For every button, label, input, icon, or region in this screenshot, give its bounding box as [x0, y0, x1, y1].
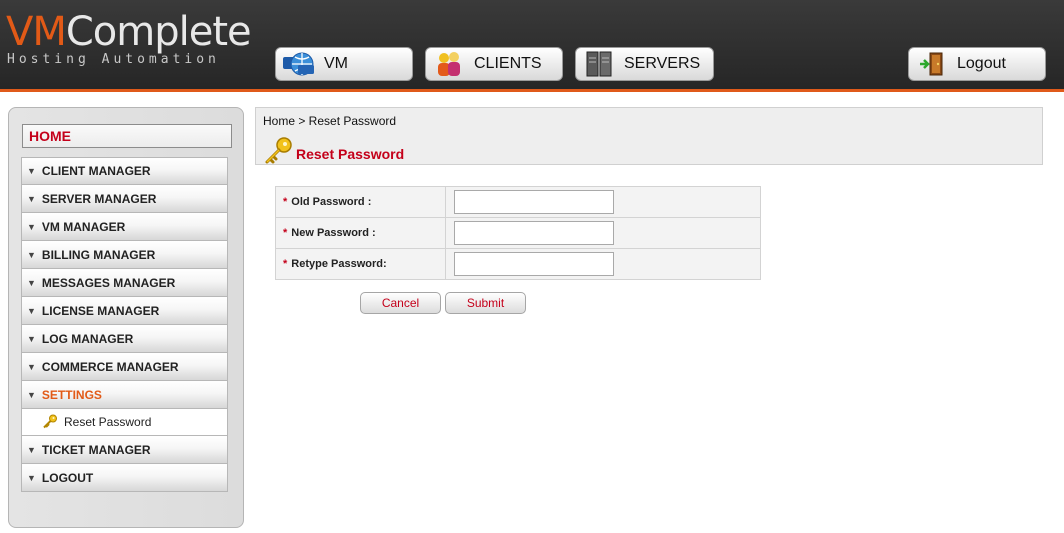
form-row-old-password: * Old Password : [275, 186, 761, 218]
old-password-label-text: Old Password : [291, 196, 372, 208]
sidebar-item-label: LOG MANAGER [41, 331, 134, 346]
app-header: VMComplete Hosting Automation VM CLIENTS [0, 0, 1064, 92]
sidebar-menu: ▼ CLIENT MANAGER ▼ SERVER MANAGER ▼ VM MANA… [21, 157, 228, 492]
key-icon [42, 414, 58, 430]
sidebar: HOME ▼ CLIENT MANAGER ▼ SERVER MANAGER ▼ VM… [8, 107, 244, 528]
sidebar-item-label: SERVER MANAGER [41, 191, 157, 206]
new-password-label-text: New Password : [291, 227, 376, 239]
triangle-down-icon: ▼ [27, 221, 36, 232]
logo-complete: Complete [65, 9, 252, 55]
new-password-input[interactable] [454, 221, 614, 245]
key-icon [264, 136, 294, 171]
sidebar-item-billing-manager[interactable]: ▼ BILLING MANAGER [21, 241, 228, 269]
sidebar-item-settings[interactable]: ▼ SETTINGS [21, 381, 228, 409]
logout-button[interactable]: Logout [908, 47, 1046, 81]
sidebar-item-label: SETTINGS [41, 387, 102, 402]
sidebar-item-log-manager[interactable]: ▼ LOG MANAGER [21, 325, 228, 353]
logo-vm: VM [6, 9, 67, 55]
sidebar-subitem-reset-password[interactable]: Reset Password [21, 409, 228, 436]
sidebar-item-label: VM MANAGER [41, 219, 126, 234]
sidebar-item-label: CLIENT MANAGER [41, 164, 151, 178]
triangle-down-icon: ▼ [27, 305, 36, 316]
form-row-new-password: * New Password : [275, 217, 761, 249]
form-row-retype-password: * Retype Password: [275, 248, 761, 280]
triangle-down-icon: ▼ [27, 472, 36, 483]
old-password-input[interactable] [454, 190, 614, 214]
nav-clients-button[interactable]: CLIENTS [425, 47, 563, 81]
door-exit-icon [915, 50, 949, 78]
sidebar-item-logout[interactable]: ▼ LOGOUT [21, 464, 228, 492]
triangle-down-icon: ▼ [27, 361, 36, 372]
sidebar-item-label: LICENSE MANAGER [41, 303, 160, 318]
required-marker: * [283, 196, 288, 208]
nav-servers-button[interactable]: SERVERS [575, 47, 714, 81]
reset-password-form: * Old Password : * New Password : * Retype … [275, 186, 761, 280]
triangle-down-icon: ▼ [27, 193, 36, 204]
submit-button[interactable]: Submit [445, 292, 526, 314]
triangle-down-icon: ▼ [27, 333, 36, 344]
globe-network-icon [282, 50, 316, 78]
sidebar-item-label: TICKET MANAGER [41, 442, 151, 457]
logout-label: Logout [957, 55, 1006, 72]
logo-tagline: Hosting Automation [7, 52, 220, 67]
sidebar-item-messages-manager[interactable]: ▼ MESSAGES MANAGER [21, 269, 228, 297]
retype-password-label: * Retype Password: [275, 248, 446, 280]
nav-vm-label: VM [324, 55, 348, 72]
nav-vm-button[interactable]: VM [275, 47, 413, 81]
title-panel: Home > Reset Password Reset Password [255, 107, 1043, 165]
page-title-text: Reset Password [296, 145, 405, 162]
retype-password-label-text: Retype Password: [291, 258, 387, 270]
new-password-label: * New Password : [275, 217, 446, 249]
new-password-cell [445, 217, 761, 249]
sidebar-item-label: MESSAGES MANAGER [41, 275, 176, 290]
users-icon [432, 50, 466, 78]
nav-clients-label: CLIENTS [474, 55, 542, 72]
triangle-down-icon: ▼ [27, 166, 36, 176]
sidebar-item-server-manager[interactable]: ▼ SERVER MANAGER [21, 185, 228, 213]
sidebar-item-commerce-manager[interactable]: ▼ COMMERCE MANAGER [21, 353, 228, 381]
triangle-down-icon: ▼ [27, 389, 36, 400]
triangle-down-icon: ▼ [27, 444, 36, 455]
sidebar-item-ticket-manager[interactable]: ▼ TICKET MANAGER [21, 436, 228, 464]
retype-password-cell [445, 248, 761, 280]
sidebar-item-label: COMMERCE MANAGER [41, 359, 179, 374]
old-password-cell [445, 186, 761, 218]
triangle-down-icon: ▼ [27, 277, 36, 288]
sidebar-item-vm-manager[interactable]: ▼ VM MANAGER [21, 213, 228, 241]
retype-password-input[interactable] [454, 252, 614, 276]
page-title: Reset Password [264, 136, 404, 171]
breadcrumb: Home > Reset Password [263, 114, 397, 128]
nav-servers-label: SERVERS [624, 55, 701, 72]
logo: VMComplete Hosting Automation [6, 9, 252, 67]
required-marker: * [283, 258, 288, 270]
logo-text: VMComplete [6, 9, 252, 55]
cancel-button[interactable]: Cancel [360, 292, 441, 314]
sidebar-item-client-manager[interactable]: ▼ CLIENT MANAGER [21, 157, 228, 185]
sidebar-home[interactable]: HOME [22, 124, 232, 148]
sidebar-item-license-manager[interactable]: ▼ LICENSE MANAGER [21, 297, 228, 325]
server-rack-icon [582, 50, 616, 78]
triangle-down-icon: ▼ [27, 249, 36, 260]
old-password-label: * Old Password : [275, 186, 446, 218]
sidebar-subitem-label: Reset Password [64, 415, 152, 429]
sidebar-item-label: BILLING MANAGER [41, 247, 156, 262]
required-marker: * [283, 227, 288, 239]
sidebar-item-label: LOGOUT [41, 470, 94, 485]
